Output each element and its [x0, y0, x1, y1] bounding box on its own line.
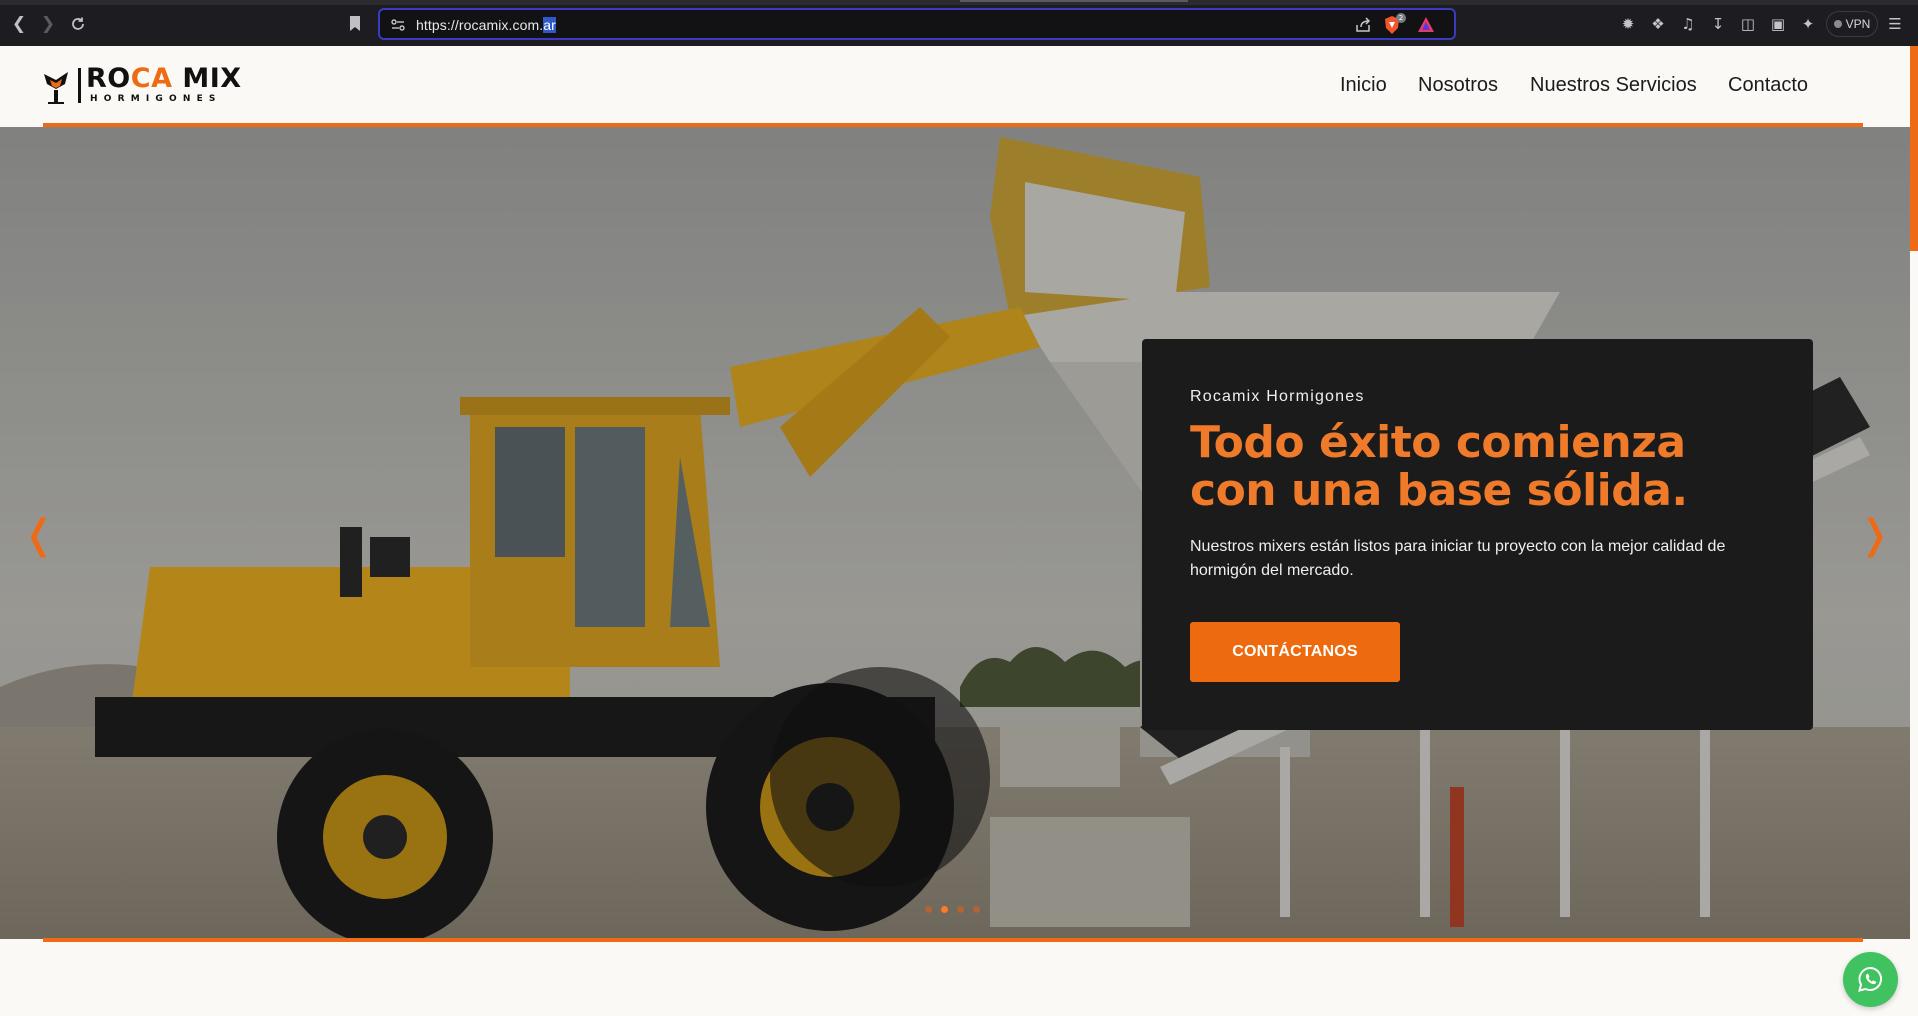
browser-toolbar: ❮ ❯ https://rocamix.com.ar 2 ✹ ❖ ♫ ↧ ◫ ▣… [0, 0, 1918, 47]
brave-shield-icon[interactable]: 2 [1382, 13, 1406, 35]
logo-mark-icon [44, 72, 68, 104]
slider-next-arrow-icon[interactable]: ❭ [1858, 510, 1892, 560]
back-icon[interactable]: ❮ [8, 13, 30, 35]
slider-dot-3[interactable] [957, 906, 964, 913]
contact-cta-button[interactable]: CONTÁCTANOS [1190, 622, 1400, 682]
shield-count-badge: 2 [1396, 13, 1406, 23]
page-scrollbar[interactable] [1910, 46, 1918, 1016]
tab-strip [0, 0, 1918, 5]
slider-dot-2[interactable] [941, 906, 948, 913]
rocamix-logo[interactable]: ROCA MIX HORMIGONES [42, 64, 272, 108]
scrollbar-thumb[interactable] [1910, 46, 1918, 251]
slider-dot-4[interactable] [973, 906, 980, 913]
site-settings-icon[interactable] [389, 16, 407, 34]
url-text[interactable]: https://rocamix.com.ar [416, 16, 556, 34]
nav-nuestros-servicios[interactable]: Nuestros Servicios [1530, 74, 1697, 97]
hero-caption-card: Rocamix Hormigones Todo éxito comienza c… [1142, 339, 1813, 730]
leo-ai-icon[interactable]: ✹ [1617, 13, 1639, 35]
wallet-icon[interactable]: ▣ [1767, 13, 1789, 35]
whatsapp-icon [1858, 966, 1882, 992]
reload-icon[interactable] [67, 13, 89, 35]
extensions-icon[interactable]: ❖ [1647, 13, 1669, 35]
logo-wordmark: ROCA MIX [86, 63, 242, 94]
brave-rewards-icon[interactable] [1416, 15, 1436, 35]
hero-title: Todo éxito comienza con una base sólida. [1190, 417, 1688, 516]
share-icon[interactable] [1354, 16, 1372, 34]
download-icon[interactable]: ↧ [1707, 13, 1729, 35]
logo-subtitle: HORMIGONES [90, 94, 222, 104]
active-tab-indicator [960, 0, 1188, 2]
address-bar[interactable]: https://rocamix.com.ar 2 [378, 8, 1456, 40]
forward-icon[interactable]: ❯ [37, 13, 59, 35]
main-nav: Inicio Nosotros Nuestros Servicios Conta… [1340, 74, 1860, 100]
logo-separator [78, 68, 81, 103]
nav-inicio[interactable]: Inicio [1340, 74, 1387, 97]
nav-contacto[interactable]: Contacto [1728, 74, 1808, 97]
hero-bottom-accent-line [43, 938, 1863, 942]
vpn-status-icon [1833, 20, 1842, 28]
media-icon[interactable]: ♫ [1677, 13, 1699, 35]
whatsapp-button[interactable] [1843, 952, 1898, 1007]
sidebar-icon[interactable]: ◫ [1737, 13, 1759, 35]
nav-nosotros[interactable]: Nosotros [1418, 74, 1498, 97]
bookmark-icon[interactable] [344, 13, 366, 35]
hero-kicker: Rocamix Hormigones [1190, 388, 1365, 405]
sparkle-icon[interactable]: ✦ [1797, 13, 1819, 35]
vpn-button[interactable]: VPN [1826, 11, 1878, 37]
menu-icon[interactable]: ☰ [1884, 13, 1906, 35]
slider-dot-1[interactable] [925, 906, 932, 913]
slider-prev-arrow-icon[interactable]: ❬ [22, 510, 56, 560]
hero-text: Nuestros mixers están listos para inicia… [1190, 538, 1726, 579]
